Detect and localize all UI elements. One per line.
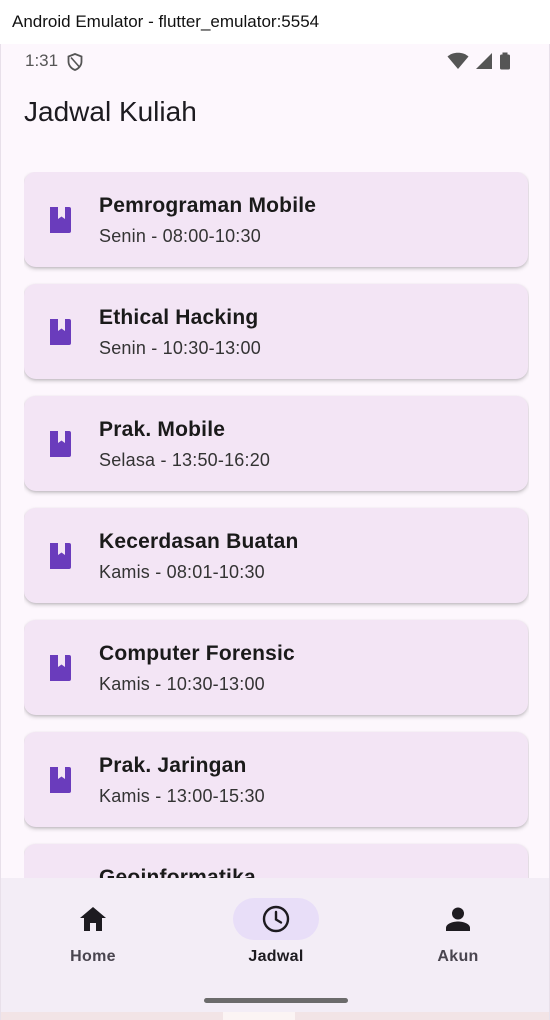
nav-pill	[415, 898, 501, 940]
schedule-card[interactable]: Geoinformatika	[24, 844, 528, 878]
course-name: Prak. Jaringan	[99, 754, 247, 777]
nav-item-home[interactable]: Home	[33, 878, 153, 988]
book-icon	[50, 207, 71, 233]
book-icon	[50, 431, 71, 457]
course-name: Pemrograman Mobile	[99, 194, 317, 217]
course-name: Prak. Mobile	[99, 418, 226, 441]
nav-label: Akun	[437, 948, 479, 965]
course-name: Ethical Hacking	[99, 306, 259, 329]
schedule-card[interactable]: Ethical Hacking Senin - 10:30-13:00	[24, 284, 528, 379]
clock-icon	[262, 905, 290, 933]
book-icon	[50, 543, 71, 569]
nav-item-akun[interactable]: Akun	[398, 878, 518, 988]
nav-label: Jadwal	[248, 948, 304, 965]
book-icon	[50, 655, 71, 681]
schedule-card[interactable]: Kecerdasan Buatan Kamis - 08:01-10:30	[24, 508, 528, 603]
schedule-card[interactable]: Prak. Jaringan Kamis - 13:00-15:30	[24, 732, 528, 827]
nav-pill-active	[233, 898, 319, 940]
gesture-handle[interactable]	[204, 998, 348, 1003]
course-time: Selasa - 13:50-16:20	[99, 450, 271, 470]
schedule-card[interactable]: Prak. Mobile Selasa - 13:50-16:20	[24, 396, 528, 491]
home-icon	[80, 907, 106, 931]
nav-pill	[50, 898, 136, 940]
course-time: Kamis - 10:30-13:00	[99, 674, 265, 694]
schedule-list[interactable]: Pemrograman Mobile Senin - 08:00-10:30 E…	[24, 172, 529, 878]
wifi-icon	[447, 52, 469, 69]
person-icon	[446, 907, 470, 931]
course-time: Senin - 10:30-13:00	[99, 338, 261, 358]
course-time: Kamis - 13:00-15:30	[99, 786, 265, 806]
status-bar: 1:31	[1, 44, 549, 78]
device-screen: 1:31 Jadwal Kuliah Pemrograman Mobile Se…	[0, 44, 550, 1020]
signal-icon	[476, 53, 492, 69]
course-time: Kamis - 08:01-10:30	[99, 562, 265, 582]
schedule-card[interactable]: Pemrograman Mobile Senin - 08:00-10:30	[24, 172, 528, 267]
course-name: Computer Forensic	[99, 642, 295, 665]
status-icons	[447, 52, 511, 70]
battery-icon	[500, 52, 510, 70]
course-name: Geoinformatika	[99, 866, 256, 878]
shield-icon	[67, 53, 83, 71]
nav-label: Home	[70, 948, 116, 965]
nav-item-jadwal[interactable]: Jadwal	[216, 878, 336, 988]
page-title: Jadwal Kuliah	[24, 96, 197, 127]
book-icon	[50, 319, 71, 345]
schedule-card[interactable]: Computer Forensic Kamis - 10:30-13:00	[24, 620, 528, 715]
status-time: 1:31	[25, 51, 59, 70]
course-name: Kecerdasan Buatan	[99, 530, 299, 553]
course-time: Senin - 08:00-10:30	[99, 226, 261, 246]
window-title: Android Emulator - flutter_emulator:5554	[0, 0, 550, 44]
device-bottom-edge	[1, 1012, 549, 1020]
book-icon	[50, 767, 71, 793]
